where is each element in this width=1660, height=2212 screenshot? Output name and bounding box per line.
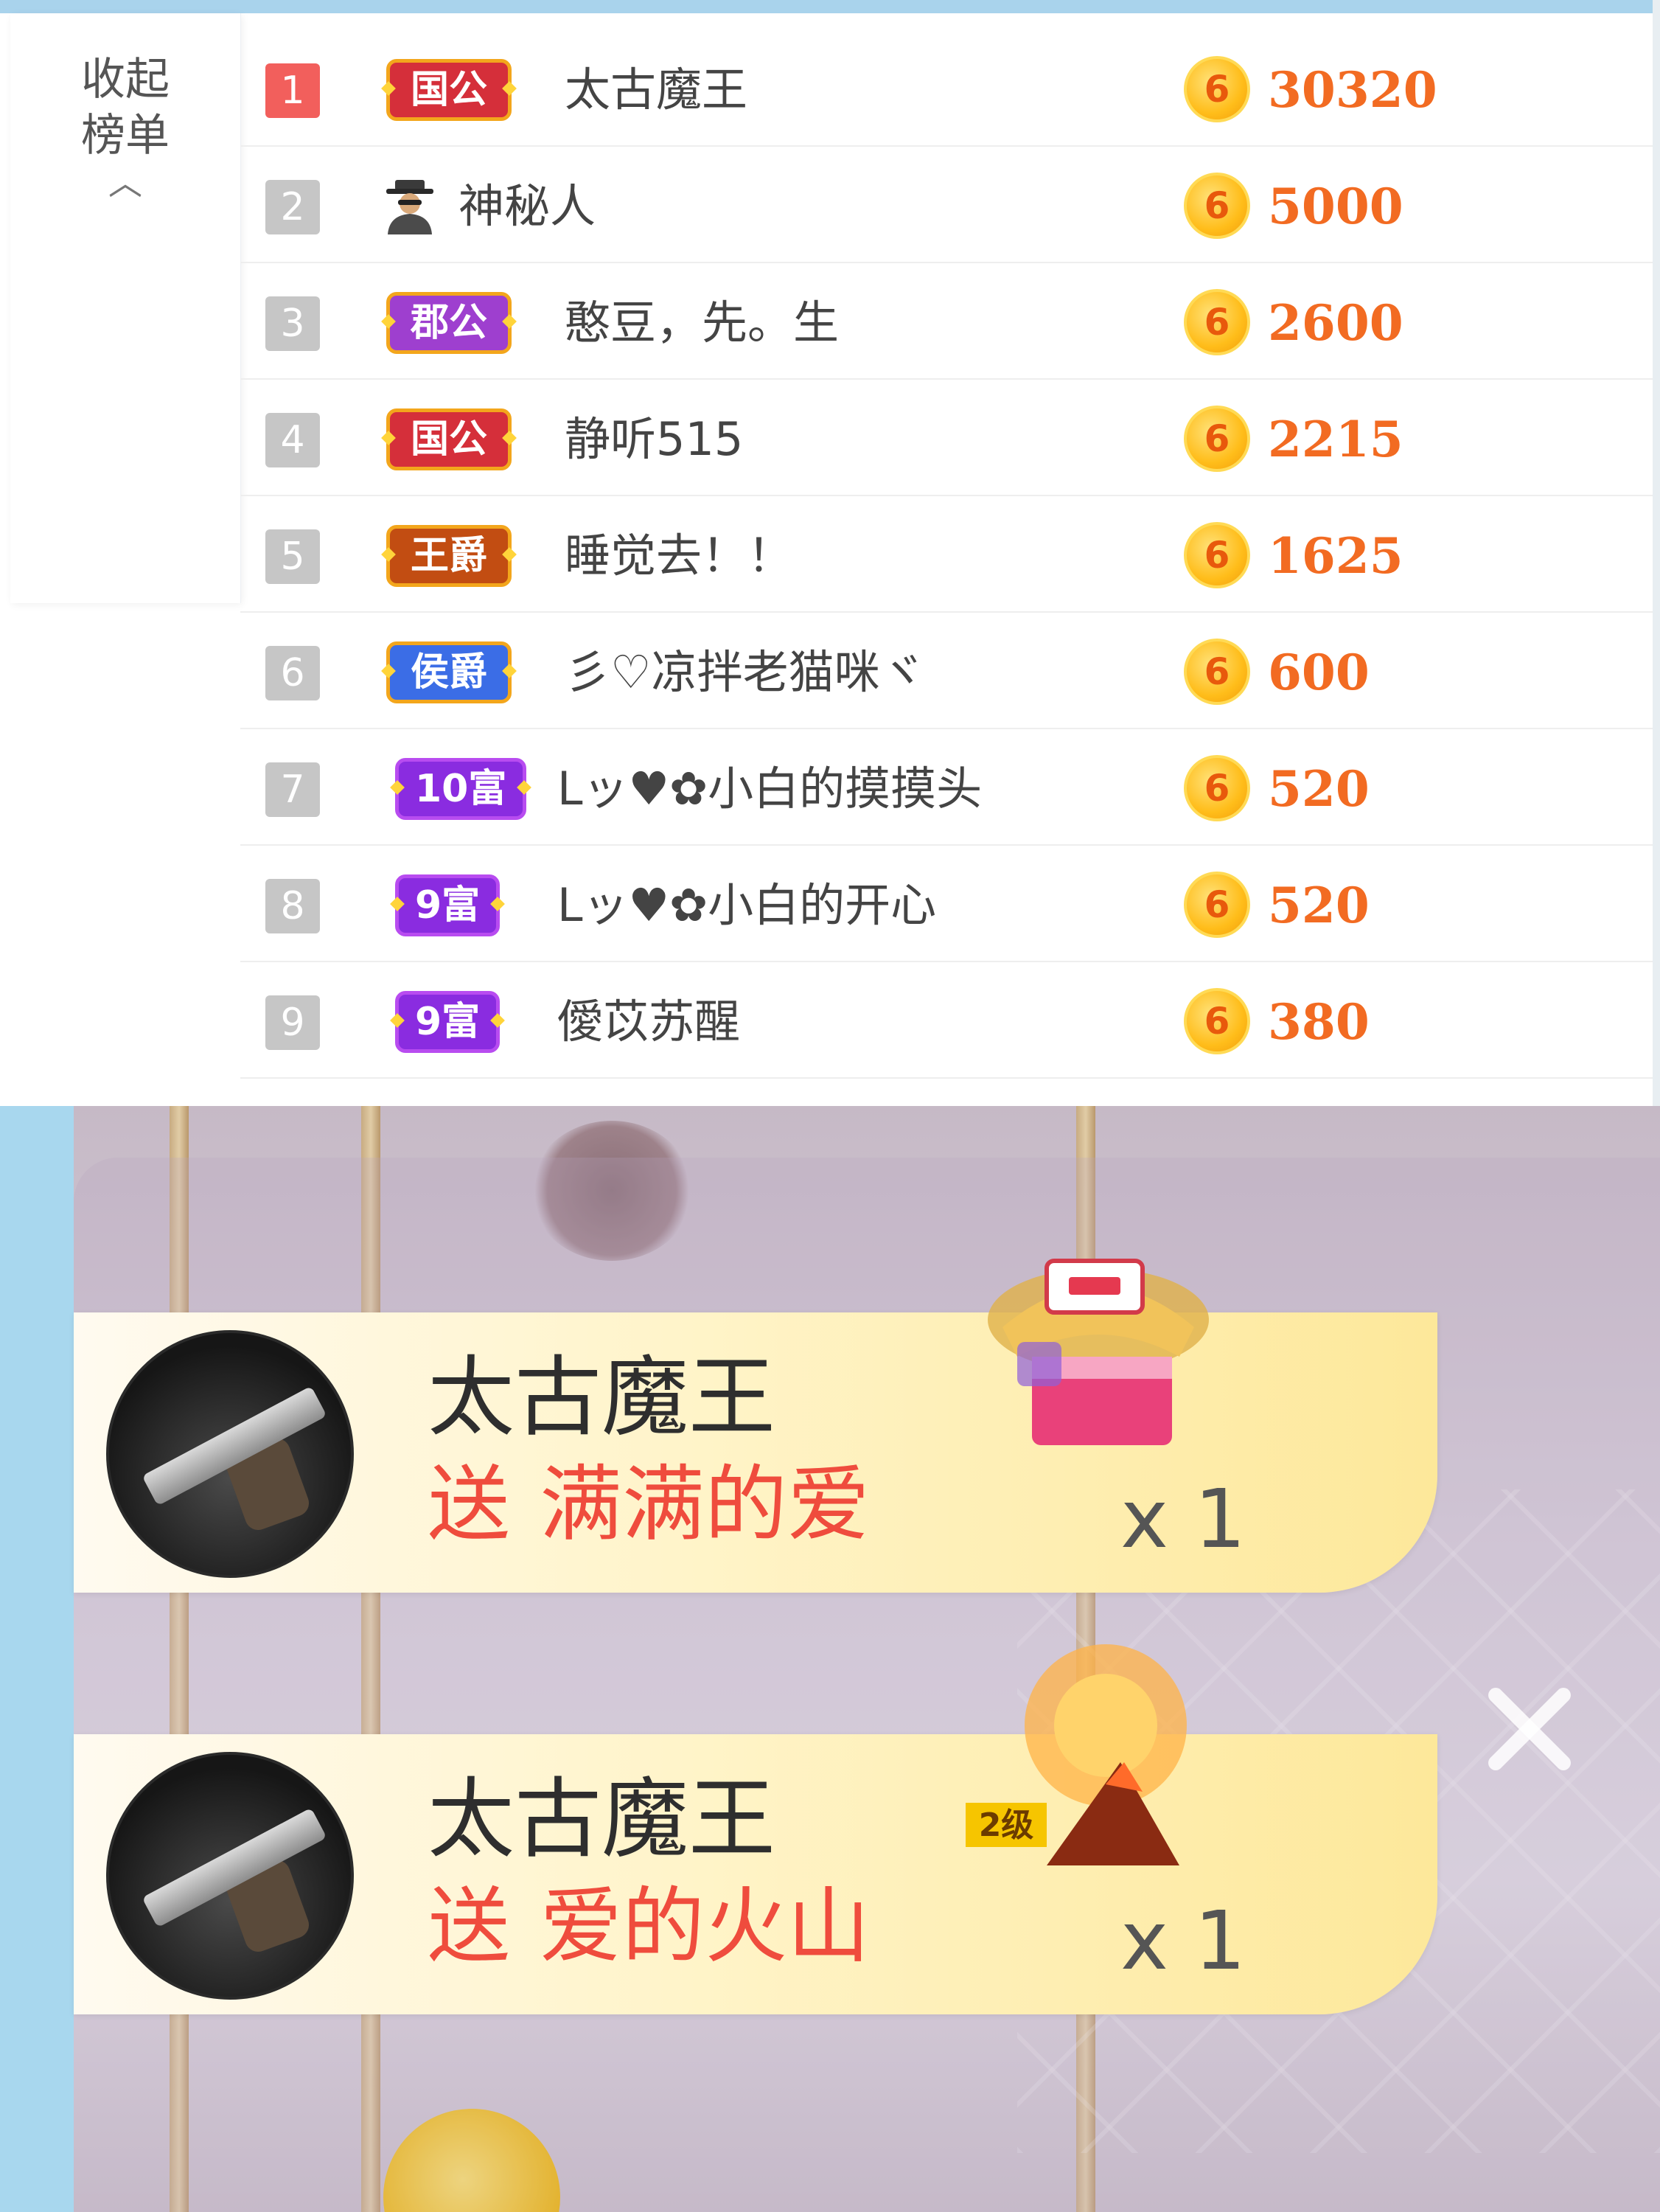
- avatar[interactable]: [106, 1752, 354, 2000]
- wealth-badge: 10富: [395, 758, 527, 820]
- user-name[interactable]: 太古魔王: [565, 60, 747, 119]
- rank-number: 3: [265, 296, 320, 351]
- gift-count: x 1: [1120, 1893, 1246, 1988]
- user-name[interactable]: 憨豆，先。生: [565, 293, 839, 352]
- noble-badge: 国公: [386, 408, 512, 470]
- rank-number: 7: [265, 762, 320, 817]
- contribution-amount: 520: [1268, 877, 1370, 934]
- gift-description: 送爱的火山: [428, 1879, 870, 1975]
- contribution-amount: 30320: [1268, 61, 1437, 119]
- rank-number: 8: [265, 879, 320, 933]
- top-strip: [0, 0, 1660, 13]
- gift-name: 满满的爱: [540, 1457, 870, 1553]
- ranking-row[interactable]: 9 9富 僾苡苏醒 6 380: [240, 961, 1653, 1079]
- contribution-amount: 380: [1268, 993, 1370, 1051]
- gift-count: x 1: [1120, 1472, 1246, 1566]
- gift-description: 送满满的爱: [428, 1457, 870, 1553]
- collapse-ranking-button[interactable]: 收起 榜单 ︿: [52, 52, 199, 203]
- coin-icon: 6: [1184, 755, 1250, 821]
- user-name[interactable]: Lッ♥✿小白的开心: [557, 876, 936, 935]
- user-name[interactable]: 睡觉去！！: [565, 526, 793, 585]
- ranking-row[interactable]: 3 郡公 憨豆，先。生 6 2600: [240, 262, 1653, 380]
- user-name[interactable]: 僾苡苏醒: [557, 992, 740, 1051]
- panel-edge: [1653, 0, 1660, 1106]
- user-name[interactable]: 彡♡凉拌老猫咪ヾ: [565, 643, 926, 702]
- gift-name: 爱的火山: [540, 1879, 870, 1975]
- coin-icon: 6: [1184, 289, 1250, 355]
- user-name[interactable]: 神秘人: [458, 177, 596, 236]
- rank-number: 5: [265, 529, 320, 584]
- noble-badge: 国公: [386, 59, 512, 121]
- coin-icon: 6: [1184, 988, 1250, 1054]
- rank-number: 6: [265, 646, 320, 700]
- collapse-label-line2: 榜单: [81, 110, 170, 161]
- coin-icon: 6: [1184, 56, 1250, 122]
- chevron-up-icon: ︿: [108, 163, 142, 203]
- close-icon[interactable]: [1474, 1674, 1585, 1784]
- mystery-person-icon: [386, 180, 433, 234]
- gift-sender-name: 太古魔王: [428, 1768, 776, 1870]
- coin-icon: 6: [1184, 406, 1250, 472]
- live-stream-view: 太古魔王 送满满的爱 x 1 太古魔王 送爱的火山 x 1 2级: [0, 1106, 1660, 2212]
- noble-badge: 王爵: [386, 525, 512, 587]
- ranking-row[interactable]: 6 侯爵 彡♡凉拌老猫咪ヾ 6 600: [240, 612, 1653, 729]
- contribution-amount: 2215: [1268, 411, 1403, 468]
- gift-verb: 送: [428, 1457, 510, 1553]
- user-name[interactable]: 静听515: [565, 410, 743, 469]
- gift-sender-name: 太古魔王: [428, 1346, 776, 1448]
- noble-badge: 郡公: [386, 292, 512, 354]
- coin-icon: 6: [1184, 639, 1250, 705]
- noble-badge: 侯爵: [386, 641, 512, 703]
- contribution-amount: 600: [1268, 644, 1370, 701]
- ranking-row[interactable]: 8 9富 Lッ♥✿小白的开心 6 520: [240, 845, 1653, 962]
- ranking-row[interactable]: 5 王爵 睡觉去！！ 6 1625: [240, 495, 1653, 613]
- wealth-badge: 9富: [395, 991, 501, 1053]
- ranking-row[interactable]: 1 国公 太古魔王 6 30320: [240, 29, 1653, 147]
- contribution-amount: 5000: [1268, 178, 1403, 235]
- ranking-row[interactable]: 4 国公 静听515 6 2215: [240, 379, 1653, 496]
- contribution-amount: 2600: [1268, 294, 1403, 352]
- collapse-label-line1: 收起: [81, 54, 170, 105]
- gift-verb: 送: [428, 1879, 510, 1975]
- ranking-panel: 收起 榜单 ︿ 1 国公 太古魔王 6 30320 2 神秘人 6 5000 3…: [0, 0, 1660, 1106]
- user-name[interactable]: Lッ♥✿小白的摸摸头: [557, 759, 982, 818]
- rank-number: 1: [265, 63, 320, 118]
- coin-icon: 6: [1184, 872, 1250, 938]
- left-sidebar-strip: [0, 1106, 74, 2212]
- contribution-amount: 1625: [1268, 527, 1403, 585]
- volcano-gift-icon: 2级: [966, 1644, 1187, 1865]
- avatar[interactable]: [106, 1330, 354, 1578]
- rank-number: 2: [265, 180, 320, 234]
- gift-level-tag: 2级: [979, 1806, 1034, 1844]
- contribution-amount: 520: [1268, 760, 1370, 818]
- coin-icon: 6: [1184, 173, 1250, 239]
- gift-box-icon: [988, 1259, 1209, 1445]
- coin-icon: 6: [1184, 522, 1250, 588]
- ranking-row[interactable]: 7 10富 Lッ♥✿小白的摸摸头 6 520: [240, 728, 1653, 846]
- rank-number: 9: [265, 995, 320, 1050]
- rank-number: 4: [265, 413, 320, 467]
- ranking-row[interactable]: 2 神秘人 6 5000: [240, 146, 1653, 263]
- wealth-badge: 9富: [395, 874, 501, 936]
